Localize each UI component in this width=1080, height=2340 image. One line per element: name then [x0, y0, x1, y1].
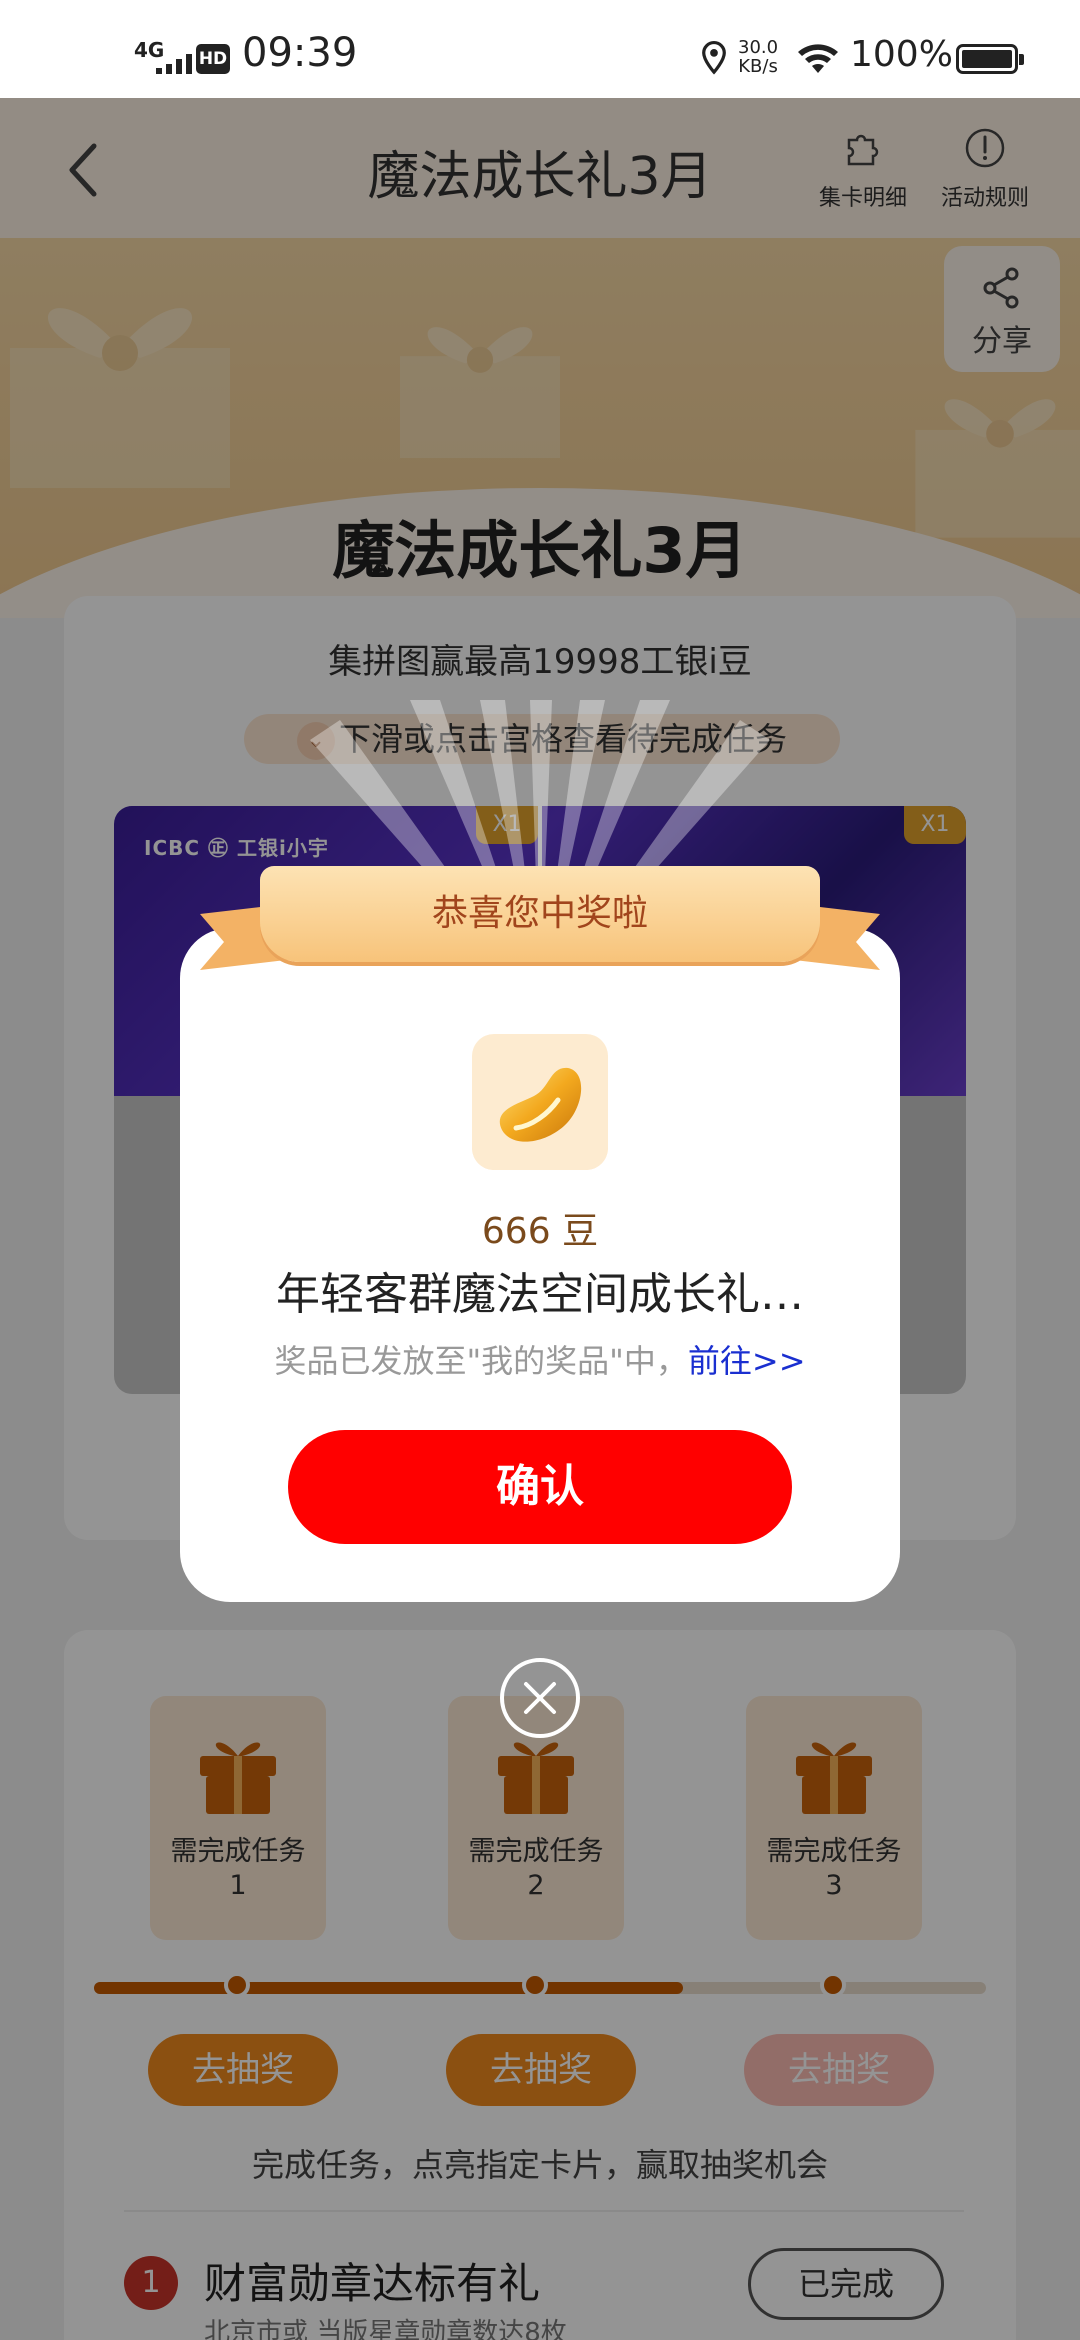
battery-percent: 100%	[850, 34, 953, 75]
net-speed: 30.0 KB/s	[738, 38, 778, 76]
congrats-text: 恭喜您中奖啦	[431, 893, 648, 934]
close-icon	[524, 1682, 556, 1714]
net-speed-unit: KB/s	[738, 56, 778, 77]
congrats-ribbon: 恭喜您中奖啦	[200, 860, 880, 1000]
battery-icon	[956, 44, 1024, 74]
status-bar: 4G HD 09:39 30.0 KB/s 100%	[0, 0, 1080, 98]
clock: 09:39	[242, 30, 358, 76]
signal-icon	[156, 52, 192, 74]
close-dialog-button[interactable]	[500, 1658, 580, 1738]
prize-note-text: 奖品已发放至"我的奖品"中，	[274, 1342, 688, 1380]
prize-note: 奖品已发放至"我的奖品"中，前往>>	[180, 1336, 900, 1382]
location-icon	[702, 40, 726, 75]
prize-name: 年轻客群魔法空间成长礼…	[276, 1269, 804, 1320]
net-speed-value: 30.0	[738, 37, 779, 58]
bean-icon	[472, 1034, 608, 1170]
wifi-icon	[798, 44, 838, 73]
my-prizes-link[interactable]: 前往>>	[688, 1342, 806, 1380]
prize-amount: 666 豆	[481, 1211, 599, 1252]
confirm-button[interactable]: 确认	[288, 1430, 792, 1544]
hd-icon: HD	[196, 44, 230, 74]
